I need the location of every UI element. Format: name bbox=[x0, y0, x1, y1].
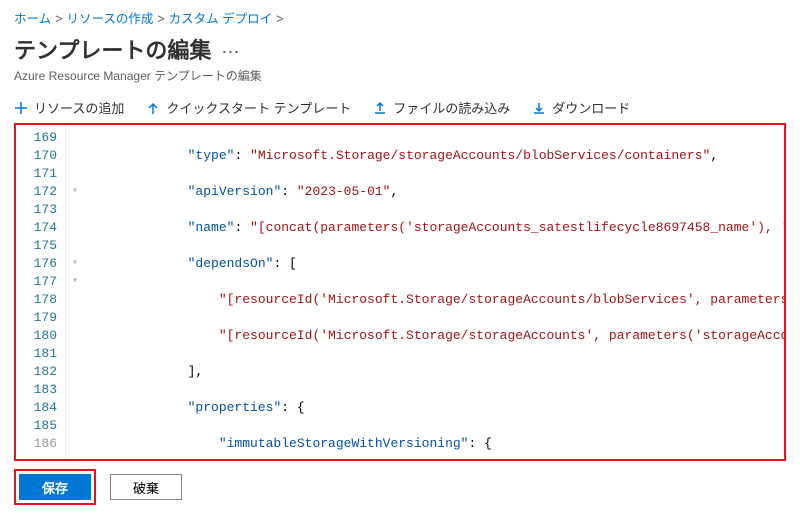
code-content[interactable]: "type": "Microsoft.Storage/storageAccoun… bbox=[84, 125, 784, 459]
quickstart-button[interactable]: クイックスタート テンプレート bbox=[146, 98, 351, 117]
load-file-label: ファイルの読み込み bbox=[393, 98, 510, 117]
download-label: ダウンロード bbox=[552, 98, 630, 117]
add-resource-button[interactable]: リソースの追加 bbox=[14, 98, 124, 117]
save-button[interactable]: 保存 bbox=[19, 474, 91, 500]
json-editor[interactable]: 169 170 171 172 173 174 175 176 177 178 … bbox=[14, 123, 786, 461]
save-highlight: 保存 bbox=[14, 469, 96, 505]
bc-home[interactable]: ホーム bbox=[14, 12, 51, 26]
add-resource-label: リソースの追加 bbox=[34, 98, 124, 117]
breadcrumb: ホーム>リソースの作成>カスタム デプロイ> bbox=[14, 8, 786, 27]
plus-icon bbox=[14, 101, 28, 115]
line-gutter: 169 170 171 172 173 174 175 176 177 178 … bbox=[16, 125, 66, 459]
arrow-up-icon bbox=[146, 101, 160, 115]
discard-button[interactable]: 破棄 bbox=[110, 474, 182, 500]
download-button[interactable]: ダウンロード bbox=[532, 98, 630, 117]
bc-create[interactable]: リソースの作成 bbox=[66, 12, 153, 26]
page-subtitle: Azure Resource Manager テンプレートの編集 bbox=[14, 67, 786, 84]
upload-icon bbox=[373, 101, 387, 115]
download-icon bbox=[532, 101, 546, 115]
more-icon[interactable]: ⋯ bbox=[221, 42, 239, 63]
footer-buttons: 保存 破棄 bbox=[14, 469, 182, 505]
fold-gutter: ▾ ▾▾ bbox=[66, 125, 84, 459]
page-title: テンプレートの編集 bbox=[14, 33, 211, 65]
bc-deploy[interactable]: カスタム デプロイ bbox=[169, 12, 272, 26]
load-file-button[interactable]: ファイルの読み込み bbox=[373, 98, 510, 117]
quickstart-label: クイックスタート テンプレート bbox=[166, 98, 351, 117]
toolbar: リソースの追加 クイックスタート テンプレート ファイルの読み込み ダウンロード bbox=[14, 98, 786, 117]
